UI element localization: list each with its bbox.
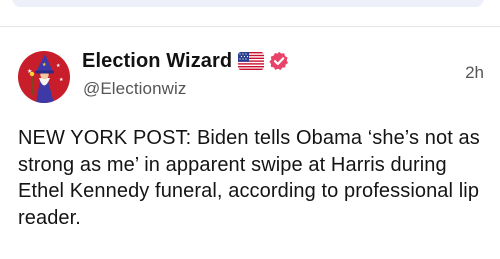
svg-text:★: ★ <box>56 63 61 69</box>
author-row: Election Wizard <box>82 47 289 75</box>
post-text: NEW YORK POST: Biden tells Obama ‘she’s … <box>18 127 480 229</box>
previous-card <box>12 0 484 7</box>
us-flag-icon <box>238 52 265 70</box>
svg-text:★: ★ <box>59 77 64 83</box>
author-handle[interactable]: @Electionwiz <box>83 79 187 99</box>
avatar[interactable]: ★ ★ ★ ★ <box>18 51 70 103</box>
verified-badge-icon <box>269 51 289 71</box>
wizard-avatar-icon: ★ ★ ★ ★ <box>27 54 64 103</box>
svg-text:★: ★ <box>42 62 47 68</box>
author-name[interactable]: Election Wizard <box>82 50 232 73</box>
divider <box>0 26 500 27</box>
post-timestamp[interactable]: 2h <box>465 63 484 83</box>
